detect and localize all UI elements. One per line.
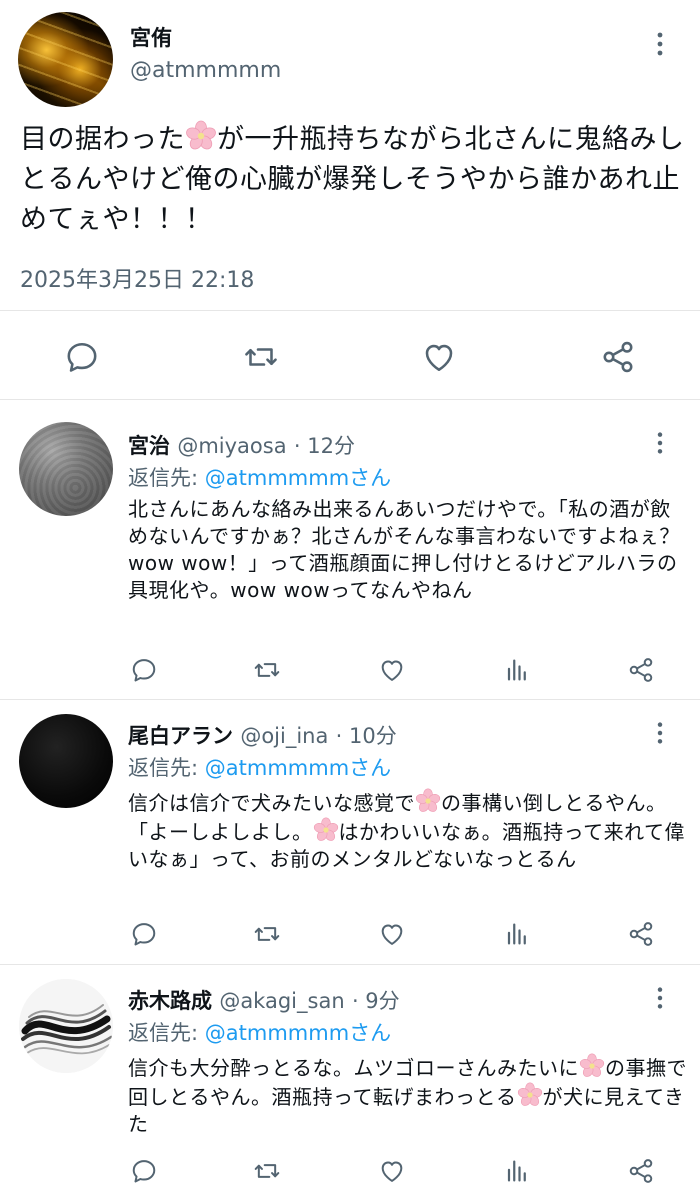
- replying-to: 返信先: @atmmmmmさん: [128, 752, 391, 782]
- reply-icon[interactable]: [64, 339, 100, 375]
- display-name[interactable]: 宮治: [128, 434, 170, 458]
- reply-tweet[interactable]: 宮治 @miyaosa · 12分 返信先: @atmmmmmさん 北さんにあん…: [0, 400, 700, 700]
- share-icon[interactable]: [627, 920, 655, 948]
- reply-text-part: 信介も大分酔っとるな。ムツゴローさんみたいに: [128, 1056, 579, 1080]
- reply-icon[interactable]: [130, 656, 158, 684]
- retweet-icon[interactable]: [253, 656, 281, 684]
- retweet-icon[interactable]: [253, 920, 281, 948]
- avatar[interactable]: [18, 12, 113, 107]
- reply-icon[interactable]: [130, 920, 158, 948]
- cherry-blossom-icon: [579, 1053, 605, 1079]
- cherry-blossom-icon: [313, 817, 339, 843]
- reply-header: 尾白アラン @oji_ina · 10分: [128, 720, 397, 750]
- thread-view: 宮侑 @atmmmmm 目の据わった が一升瓶持ちながら北さんに鬼絡みしとるんやけ…: [0, 0, 700, 1200]
- stats-icon[interactable]: [502, 1157, 530, 1185]
- main-tweet: 宮侑 @atmmmmm 目の据わった が一升瓶持ちながら北さんに鬼絡みしとるんやけ…: [0, 0, 700, 400]
- reply-tweet[interactable]: 尾白アラン @oji_ina · 10分 返信先: @atmmmmmさん 信介は…: [0, 700, 700, 965]
- replying-handle-link[interactable]: @atmmmmmさん: [205, 756, 391, 780]
- like-icon[interactable]: [378, 1157, 406, 1185]
- more-options-icon[interactable]: [652, 430, 668, 456]
- user-handle[interactable]: @atmmmmm: [130, 58, 281, 83]
- relative-time[interactable]: · 9分: [352, 989, 400, 1013]
- retweet-icon[interactable]: [253, 1157, 281, 1185]
- replying-to: 返信先: @atmmmmmさん: [128, 462, 391, 492]
- replying-handle-link[interactable]: @atmmmmmさん: [205, 1021, 391, 1045]
- share-icon[interactable]: [600, 339, 636, 375]
- stats-icon[interactable]: [502, 656, 530, 684]
- like-icon[interactable]: [378, 656, 406, 684]
- replying-label: 返信先:: [128, 466, 205, 490]
- reply-icon[interactable]: [130, 1157, 158, 1185]
- more-options-icon[interactable]: [652, 720, 668, 746]
- user-handle[interactable]: @miyaosa: [177, 434, 286, 458]
- tweet-text-part: 目の据わった: [20, 124, 185, 155]
- display-name[interactable]: 宮侑: [130, 22, 172, 52]
- retweet-icon[interactable]: [243, 339, 279, 375]
- cherry-blossom-icon: [185, 120, 217, 152]
- cherry-blossom-icon: [415, 788, 441, 814]
- replying-label: 返信先:: [128, 756, 205, 780]
- reply-text-part: 信介は信介で犬みたいな感覚で: [128, 791, 415, 815]
- reply-tweet[interactable]: 赤木路成 @akagi_san · 9分 返信先: @atmmmmmさん 信介も…: [0, 965, 700, 1200]
- tweet-actions: [0, 310, 700, 400]
- avatar[interactable]: [19, 714, 113, 808]
- like-icon[interactable]: [378, 920, 406, 948]
- more-options-icon[interactable]: [652, 985, 668, 1011]
- display-name[interactable]: 赤木路成: [128, 989, 212, 1013]
- replying-label: 返信先:: [128, 1021, 205, 1045]
- avatar[interactable]: [19, 422, 113, 516]
- relative-time[interactable]: · 12分: [294, 434, 355, 458]
- reply-text: 信介も大分酔っとるな。ムツゴローさんみたいに の事撫で回しとるやん。酒瓶持って転げ…: [128, 1053, 688, 1138]
- replying-to: 返信先: @atmmmmmさん: [128, 1017, 391, 1047]
- reply-header: 赤木路成 @akagi_san · 9分: [128, 985, 400, 1015]
- reply-text: 信介は信介で犬みたいな感覚で の事構い倒しとるやん。「よーしよしよし。 はかわいいな…: [128, 788, 688, 873]
- replying-handle-link[interactable]: @atmmmmmさん: [205, 466, 391, 490]
- user-handle[interactable]: @oji_ina: [240, 724, 328, 748]
- display-name[interactable]: 尾白アラン: [128, 724, 233, 748]
- share-icon[interactable]: [627, 656, 655, 684]
- tweet-text: 目の据わった が一升瓶持ちながら北さんに鬼絡みしとるんやけど俺の心臓が爆発しそうや…: [20, 120, 685, 240]
- stats-icon[interactable]: [502, 920, 530, 948]
- user-handle[interactable]: @akagi_san: [219, 989, 344, 1013]
- reply-text: 北さんにあんな絡み出来るんあいつだけやで。「私の酒が飲めないんですかぁ？北さんが…: [128, 497, 680, 602]
- avatar[interactable]: [19, 979, 113, 1073]
- cherry-blossom-icon: [517, 1082, 543, 1108]
- like-icon[interactable]: [421, 339, 457, 375]
- relative-time[interactable]: · 10分: [336, 724, 397, 748]
- more-options-icon[interactable]: [652, 30, 668, 58]
- share-icon[interactable]: [627, 1157, 655, 1185]
- swirl-avatar-image: [19, 979, 113, 1073]
- reply-header: 宮治 @miyaosa · 12分: [128, 430, 355, 460]
- timestamp[interactable]: 2025年3月25日 22:18: [20, 262, 254, 294]
